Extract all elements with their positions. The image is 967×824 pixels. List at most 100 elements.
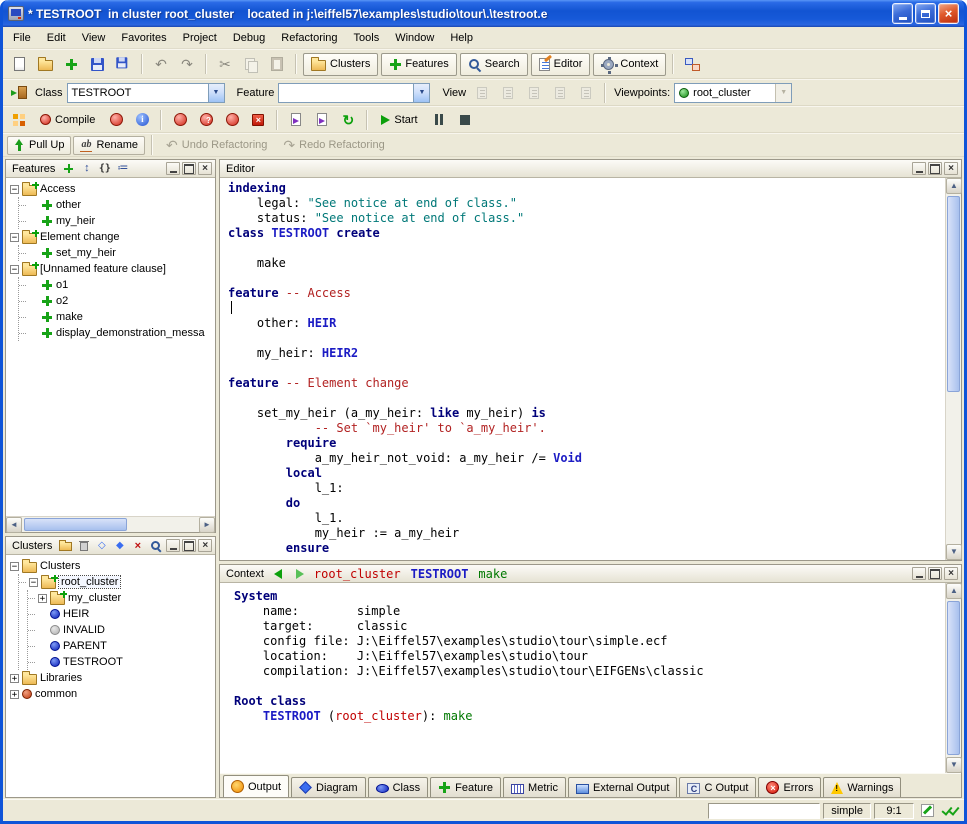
precompile-button[interactable] [220, 108, 244, 131]
hscroll-thumb[interactable] [24, 518, 127, 531]
tab-output[interactable]: Output [223, 775, 289, 797]
tree-item-testroot[interactable]: TESTROOT [28, 654, 215, 670]
compile-all-button[interactable] [104, 108, 128, 131]
tree-item-make[interactable]: make [19, 309, 215, 325]
tree-item-heir[interactable]: HEIR [28, 606, 215, 622]
toggle-search-button[interactable]: Search [460, 53, 528, 76]
undo-button[interactable]: ↶ [149, 53, 173, 76]
refresh-button[interactable]: ↻ [336, 108, 360, 131]
rename-button[interactable]: ab Rename [73, 136, 145, 155]
new-file-button[interactable] [7, 53, 31, 76]
scroll-left-button[interactable]: ◄ [6, 517, 22, 533]
feature-combo-dropdown-button[interactable]: ▼ [413, 84, 429, 102]
show-classes-icon[interactable]: ◇ [94, 539, 109, 553]
tree-item-access[interactable]: −Access [10, 181, 215, 197]
clusters-maximize-button[interactable] [182, 539, 196, 552]
vscroll-thumb[interactable] [947, 196, 960, 392]
collapse-icon[interactable]: − [10, 185, 19, 194]
open-button[interactable] [33, 53, 57, 76]
tree-item-root-cluster[interactable]: −root_cluster [19, 574, 215, 590]
toggle-signature-icon[interactable]: ↕ [79, 162, 94, 176]
maximize-window-button[interactable] [915, 3, 936, 24]
tab-diagram[interactable]: Diagram [291, 777, 366, 797]
menu-project[interactable]: Project [175, 29, 225, 47]
expand-icon[interactable]: + [10, 674, 19, 683]
project-info-button[interactable]: i [130, 108, 154, 131]
editable-state-button[interactable] [917, 802, 937, 820]
context-minimize-button[interactable] [912, 567, 926, 580]
breadcrumb-testroot[interactable]: TESTROOT [411, 567, 469, 581]
expand-icon[interactable]: + [10, 690, 19, 699]
editor-code-area[interactable]: indexing legal: "See notice at end of cl… [220, 178, 945, 560]
tab-warnings[interactable]: Warnings [823, 777, 901, 797]
menu-help[interactable]: Help [442, 29, 481, 47]
vscroll-track[interactable] [946, 599, 961, 757]
toggle-braces-icon[interactable]: {} [97, 162, 112, 176]
tree-item-invalid[interactable]: INVALID [28, 622, 215, 638]
menu-tools[interactable]: Tools [346, 29, 388, 47]
scroll-right-button[interactable]: ► [199, 517, 215, 533]
tree-item-clusters[interactable]: −Clusters [10, 558, 215, 574]
collapse-icon[interactable]: − [10, 233, 19, 242]
vscroll-thumb[interactable] [947, 601, 960, 755]
tree-item-common[interactable]: +common [10, 686, 215, 702]
tree-item-set-my-heir[interactable]: set_my_heir [19, 245, 215, 261]
vscroll-track[interactable] [946, 194, 961, 544]
toggle-features-button[interactable]: Features [381, 53, 456, 76]
save-all-button[interactable] [111, 53, 135, 76]
close-window-button[interactable]: × [938, 3, 959, 24]
add-cluster-icon[interactable] [58, 539, 73, 553]
features-close-button[interactable]: × [198, 162, 212, 175]
tree-item-parent[interactable]: PARENT [28, 638, 215, 654]
collapse-icon[interactable]: − [10, 562, 19, 571]
new-window-button[interactable] [59, 53, 83, 76]
add-feature-icon[interactable] [61, 162, 76, 176]
send-to-button[interactable] [7, 81, 31, 104]
step-over-button[interactable] [310, 108, 334, 131]
stop-button[interactable] [453, 108, 477, 131]
features-tree[interactable]: −Accessothermy_heir−Element changeset_my… [6, 178, 215, 516]
hscroll-track[interactable] [22, 517, 199, 532]
tree-item-other[interactable]: other [19, 197, 215, 213]
title-bar[interactable]: * TESTROOT in cluster root_cluster locat… [3, 0, 964, 27]
menu-debug[interactable]: Debug [225, 29, 273, 47]
compile-button[interactable]: Compile [33, 111, 102, 129]
menu-favorites[interactable]: Favorites [113, 29, 174, 47]
view-contract-button[interactable] [548, 81, 572, 104]
tab-feature[interactable]: Feature [430, 777, 501, 797]
toggle-alias-icon[interactable]: ≔ [115, 162, 130, 176]
clusters-tree[interactable]: −Clusters−root_cluster+my_clusterHEIRINV… [6, 555, 215, 797]
pause-button[interactable] [427, 108, 451, 131]
view-flat-button[interactable] [522, 81, 546, 104]
tab-errors[interactable]: ×Errors [758, 777, 821, 797]
pull-up-button[interactable]: Pull Up [7, 136, 71, 155]
remove-item-icon[interactable]: × [130, 539, 145, 553]
step-into-button[interactable] [284, 108, 308, 131]
menu-window[interactable]: Window [387, 29, 442, 47]
menu-view[interactable]: View [74, 29, 114, 47]
save-button[interactable] [85, 53, 109, 76]
context-close-button[interactable]: × [944, 567, 958, 580]
tree-item-element-change[interactable]: −Element change [10, 229, 215, 245]
history-back-button[interactable] [270, 567, 286, 581]
view-clickable-button[interactable] [496, 81, 520, 104]
context-output-area[interactable]: System name: simple target: classic conf… [220, 583, 945, 773]
tree-item-o1[interactable]: o1 [19, 277, 215, 293]
tab-c-output[interactable]: CC Output [679, 777, 756, 797]
minimize-window-button[interactable] [892, 3, 913, 24]
redo-button[interactable]: ↷ [175, 53, 199, 76]
editor-minimize-button[interactable] [912, 162, 926, 175]
scroll-down-button[interactable]: ▼ [946, 544, 962, 560]
features-maximize-button[interactable] [182, 162, 196, 175]
diagram-tool-button[interactable] [680, 53, 704, 76]
breadcrumb-make[interactable]: make [478, 567, 507, 581]
collapse-icon[interactable]: − [10, 265, 19, 274]
melt-button[interactable] [7, 108, 31, 131]
menu-refactoring[interactable]: Refactoring [273, 29, 345, 47]
cut-button[interactable]: ✂ [213, 53, 237, 76]
tree-item-display-demonstration-messa[interactable]: display_demonstration_messa [19, 325, 215, 341]
copy-button[interactable] [239, 53, 263, 76]
compile-state-button[interactable] [940, 802, 960, 820]
redo-refactoring-button[interactable]: ↷ Redo Refactoring [276, 135, 391, 155]
features-hscrollbar[interactable]: ◄ ► [6, 516, 215, 532]
